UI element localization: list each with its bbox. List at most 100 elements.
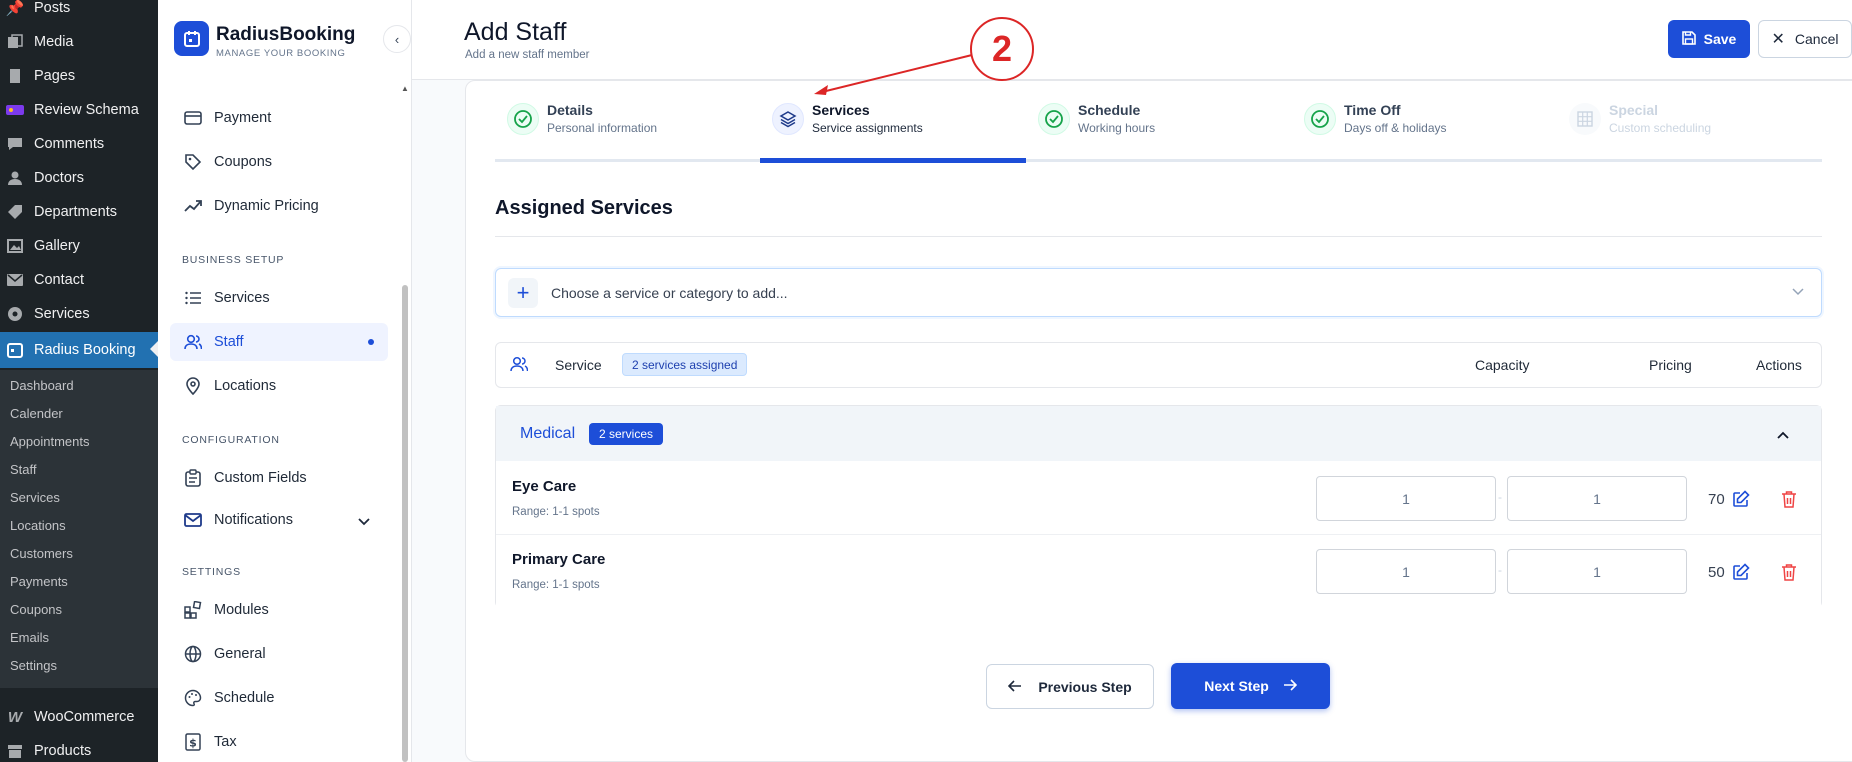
wp-submenu-calender[interactable]: Calender <box>10 406 63 421</box>
sidebar-scroll-thumb[interactable] <box>402 285 408 762</box>
active-dot <box>368 339 374 345</box>
wp-submenu-staff[interactable]: Staff <box>10 462 37 477</box>
plus-icon: + <box>508 278 538 308</box>
wp-submenu-services[interactable]: Services <box>10 490 60 505</box>
wp-menu-contact[interactable]: Contact <box>0 263 158 297</box>
capacity-max-input[interactable]: 1 <box>1507 549 1687 594</box>
range-separator: - <box>1498 490 1502 504</box>
service-name: Eye Care <box>512 478 577 495</box>
nav-staff[interactable]: Staff <box>170 323 388 361</box>
save-icon <box>1681 30 1696 48</box>
woo-icon: W <box>7 708 23 726</box>
wp-menu-products[interactable]: Products <box>0 734 158 762</box>
group-header[interactable] <box>496 406 1821 461</box>
save-button[interactable]: Save <box>1668 20 1750 58</box>
wp-submenu-coupons[interactable]: Coupons <box>10 602 62 617</box>
wp-menu-pages[interactable]: Pages <box>0 59 158 93</box>
nav-locations[interactable]: Locations <box>170 367 388 405</box>
dollar-icon: $ <box>182 731 204 753</box>
archive-icon <box>6 742 24 760</box>
arrow-right-icon <box>1283 678 1297 694</box>
trend-icon <box>182 195 204 217</box>
edit-icon[interactable] <box>1732 563 1750 581</box>
check-circle-icon <box>1304 103 1336 135</box>
nav-tax[interactable]: $ Tax <box>170 723 388 761</box>
wp-submenu-locations[interactable]: Locations <box>10 518 66 533</box>
nav-coupons[interactable]: Coupons <box>170 143 388 181</box>
blocks-icon <box>182 599 204 621</box>
edit-icon[interactable] <box>1732 490 1750 508</box>
wp-menu-services[interactable]: Services <box>0 297 158 331</box>
step-details[interactable]: Details Personal information <box>507 100 727 142</box>
comment-icon <box>6 135 24 153</box>
nav-general[interactable]: General <box>170 635 388 673</box>
step-time-off[interactable]: Time Off Days off & holidays <box>1304 100 1524 142</box>
svg-text:$: $ <box>189 737 197 750</box>
chevron-down-icon <box>1792 284 1804 299</box>
assigned-count-badge: 2 services assigned <box>622 353 748 376</box>
collapse-sidebar-button[interactable]: ‹ <box>383 25 411 53</box>
capacity-max-input[interactable]: 1 <box>1507 476 1687 521</box>
gallery-icon <box>6 237 24 255</box>
clipboard-icon <box>182 467 204 489</box>
step-schedule[interactable]: Schedule Working hours <box>1038 100 1258 142</box>
wp-menu-comments[interactable]: Comments <box>0 127 158 161</box>
person-icon <box>6 169 24 187</box>
annotation-number-badge: 2 <box>970 17 1034 81</box>
wp-submenu-emails[interactable]: Emails <box>10 630 49 645</box>
wp-submenu-payments[interactable]: Payments <box>10 574 68 589</box>
wp-menu-doctors[interactable]: Doctors <box>0 161 158 195</box>
col-capacity: Capacity <box>1475 357 1530 373</box>
wp-menu-gallery[interactable]: Gallery <box>0 229 158 263</box>
stepper-active-indicator <box>760 158 1026 163</box>
settings-icon <box>6 305 24 323</box>
check-circle-icon <box>1038 103 1070 135</box>
wp-menu-posts[interactable]: 📌 Posts <box>0 0 158 25</box>
next-step-button[interactable]: Next Step <box>1171 663 1330 709</box>
group-count-badge: 2 services <box>589 423 664 445</box>
page-icon <box>6 67 24 85</box>
wp-admin-menu: 📌 Posts Media Pages Review Schema Comment… <box>0 0 158 762</box>
section-business-setup: BUSINESS SETUP <box>182 254 285 266</box>
section-divider <box>495 236 1822 237</box>
nav-payment[interactable]: Payment <box>170 99 388 137</box>
brand-tagline: MANAGE YOUR BOOKING <box>216 48 346 59</box>
check-circle-icon <box>507 103 539 135</box>
wp-menu-review-schema[interactable]: Review Schema <box>0 93 158 127</box>
wp-submenu-dashboard[interactable]: Dashboard <box>10 378 74 393</box>
nav-dynamic-pricing[interactable]: Dynamic Pricing <box>170 187 388 225</box>
nav-notifications[interactable]: Notifications <box>170 501 388 539</box>
chevron-down-icon[interactable] <box>358 514 370 530</box>
media-icon <box>6 33 24 51</box>
section-configuration: CONFIGURATION <box>182 434 280 446</box>
nav-custom-fields[interactable]: Custom Fields <box>170 459 388 497</box>
nav-schedule[interactable]: Schedule <box>170 679 388 717</box>
wp-menu-radius-booking[interactable]: Radius Booking <box>0 332 158 368</box>
chevron-up-icon[interactable] <box>1777 426 1789 442</box>
arrow-left-icon <box>1008 679 1022 695</box>
section-title: Assigned Services <box>495 197 673 219</box>
service-range: Range: 1-1 spots <box>512 579 600 591</box>
section-settings: SETTINGS <box>182 566 241 578</box>
trash-icon[interactable] <box>1781 490 1799 508</box>
previous-step-button[interactable]: Previous Step <box>986 664 1154 709</box>
trash-icon[interactable] <box>1781 563 1799 581</box>
map-pin-icon <box>182 375 204 397</box>
service-range: Range: 1-1 spots <box>512 506 600 518</box>
capacity-min-input[interactable]: 1 <box>1316 549 1496 594</box>
wp-submenu-customers[interactable]: Customers <box>10 546 73 561</box>
nav-modules[interactable]: Modules <box>170 591 388 629</box>
brand-logo <box>174 21 209 56</box>
cancel-button[interactable]: ✕ Cancel <box>1758 20 1852 58</box>
step-services[interactable]: Services Service assignments <box>772 100 992 142</box>
tag-icon <box>6 203 24 221</box>
calendar-icon <box>6 341 24 359</box>
nav-services[interactable]: Services <box>170 279 388 317</box>
wp-menu-departments[interactable]: Departments <box>0 195 158 229</box>
capacity-min-input[interactable]: 1 <box>1316 476 1496 521</box>
close-icon: ✕ <box>1771 31 1785 48</box>
wp-submenu-appointments[interactable]: Appointments <box>10 434 90 449</box>
wp-submenu-settings[interactable]: Settings <box>10 658 57 673</box>
wp-menu-woocommerce[interactable]: W WooCommerce <box>0 700 158 734</box>
wp-menu-media[interactable]: Media <box>0 25 158 59</box>
